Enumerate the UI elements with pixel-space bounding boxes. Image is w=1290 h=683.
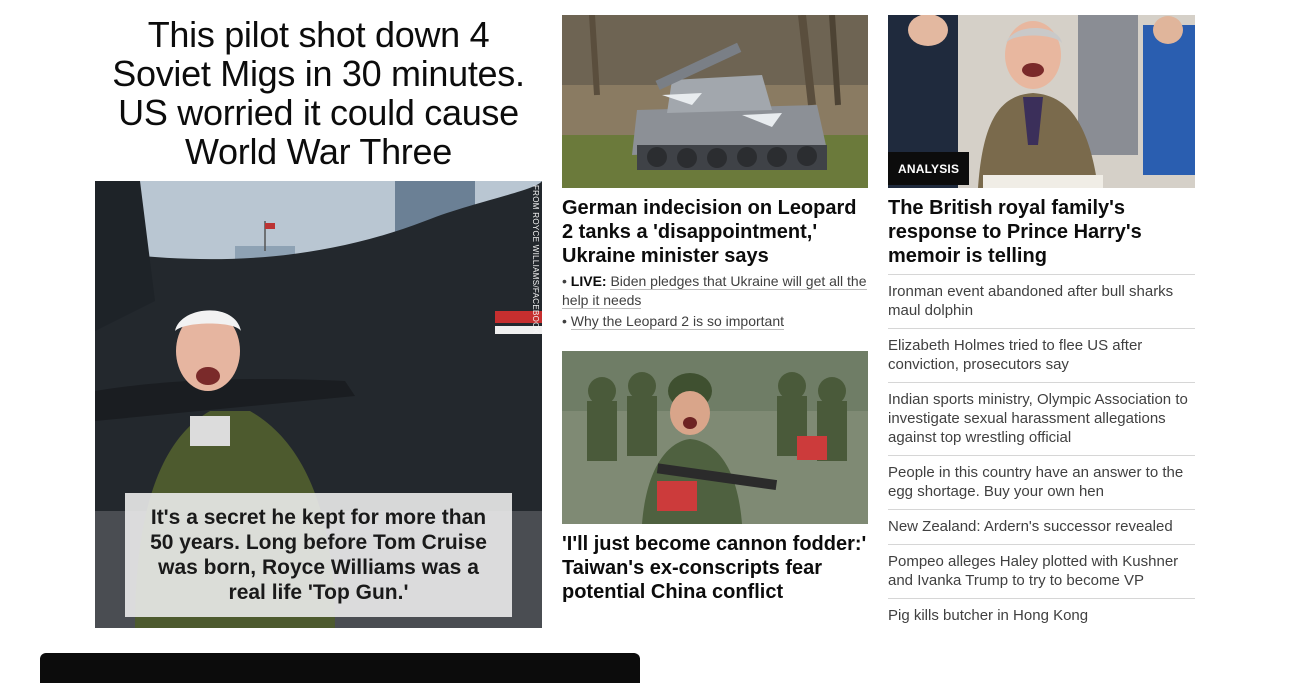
hero-caption-box[interactable]: It's a secret he kept for more than 50 y…: [125, 493, 512, 617]
bullet: •: [562, 273, 567, 289]
headline-link[interactable]: New Zealand: Ardern's successor revealed: [888, 509, 1195, 544]
story-headline-leopard[interactable]: German indecision on Leopard 2 tanks a '…: [562, 196, 868, 268]
tank-photo: [562, 15, 868, 188]
story-image-soldiers[interactable]: [562, 351, 868, 524]
headline-link[interactable]: Ironman event abandoned after bull shark…: [888, 274, 1195, 328]
headline-link[interactable]: Elizabeth Holmes tried to flee US after …: [888, 328, 1195, 382]
right-column: ANALYSIS The British royal family's resp…: [888, 15, 1195, 633]
related-link-live[interactable]: • LIVE: Biden pledges that Ukraine will …: [562, 272, 868, 310]
hero-caption: It's a secret he kept for more than 50 y…: [150, 506, 487, 604]
story-image-tank[interactable]: [562, 15, 868, 188]
story-headline-royal[interactable]: The British royal family's response to P…: [888, 196, 1195, 268]
related-link-text: Biden pledges that Ukraine will get all …: [562, 273, 867, 309]
hero-column: This pilot shot down 4 Soviet Migs in 30…: [95, 15, 542, 628]
bullet: •: [562, 313, 567, 329]
soldiers-photo: [562, 351, 868, 524]
story-image-king[interactable]: ANALYSIS: [888, 15, 1195, 188]
headline-list: Ironman event abandoned after bull shark…: [888, 274, 1195, 633]
hero-headline[interactable]: This pilot shot down 4 Soviet Migs in 30…: [95, 15, 542, 171]
headline-link[interactable]: Indian sports ministry, Olympic Associat…: [888, 382, 1195, 455]
middle-column: German indecision on Leopard 2 tanks a '…: [562, 15, 868, 603]
related-link-text: Why the Leopard 2 is so important: [570, 313, 785, 330]
story-headline-taiwan[interactable]: 'I'll just become cannon fodder:' Taiwan…: [562, 532, 868, 604]
hero-image[interactable]: FROM ROYCE WILLIAMS/FACEBOOK It's a secr…: [95, 181, 542, 628]
story-card-taiwan: 'I'll just become cannon fodder:' Taiwan…: [562, 351, 868, 604]
headline-link[interactable]: People in this country have an answer to…: [888, 455, 1195, 509]
bottom-dark-panel: [40, 653, 640, 683]
analysis-badge: ANALYSIS: [888, 152, 970, 185]
headline-link[interactable]: Pig kills butcher in Hong Kong: [888, 598, 1195, 633]
related-links: • LIVE: Biden pledges that Ukraine will …: [562, 272, 868, 331]
related-link-leopard[interactable]: • Why the Leopard 2 is so important: [562, 312, 868, 331]
headline-link[interactable]: Pompeo alleges Haley plotted with Kushne…: [888, 544, 1195, 598]
image-credit: FROM ROYCE WILLIAMS/FACEBOOK: [531, 185, 540, 335]
live-label: LIVE:: [570, 273, 607, 289]
